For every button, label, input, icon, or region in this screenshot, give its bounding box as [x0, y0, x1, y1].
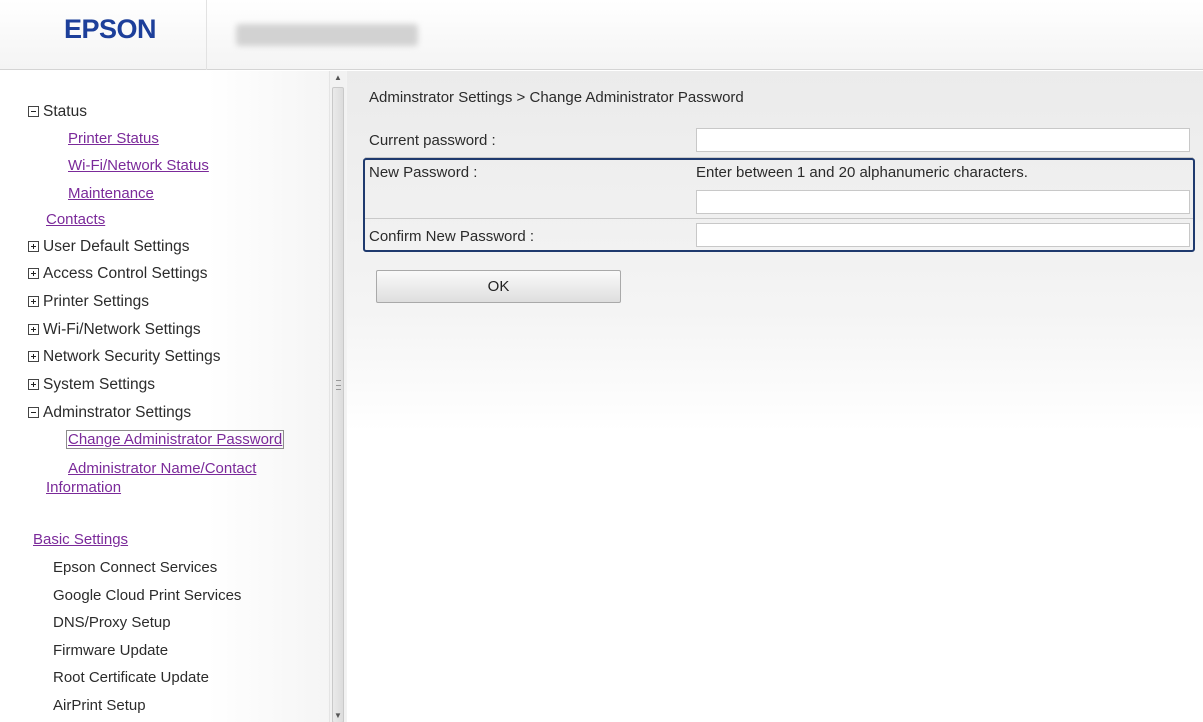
sidebar-link-contacts[interactable]: Contacts [46, 211, 105, 228]
sidebar-section-access-control-settings[interactable]: Access Control Settings [28, 265, 208, 283]
sidebar-section-printer-settings[interactable]: Printer Settings [28, 293, 149, 311]
sidebar-section-label: Access Control Settings [43, 265, 208, 282]
current-password-label: Current password : [369, 132, 496, 149]
confirm-password-label: Confirm New Password : [369, 228, 535, 245]
sidebar-section-status[interactable]: Status [28, 103, 87, 121]
sidebar-section-label: Status [43, 103, 87, 120]
sidebar-link-basic-settings[interactable]: Basic Settings [33, 531, 128, 548]
collapse-icon[interactable] [28, 407, 39, 418]
expand-icon[interactable] [28, 268, 39, 279]
sidebar-item-airprint-setup[interactable]: AirPrint Setup [53, 697, 146, 714]
sidebar-scrollbar[interactable]: ▲ ▼ [329, 71, 346, 722]
sidebar-item-firmware-update[interactable]: Firmware Update [53, 642, 168, 659]
new-password-input[interactable] [696, 190, 1190, 214]
scroll-up-arrow-icon[interactable]: ▲ [334, 73, 342, 82]
expand-icon[interactable] [28, 296, 39, 307]
scroll-down-arrow-icon[interactable]: ▼ [334, 711, 342, 720]
sidebar-section-label: Network Security Settings [43, 348, 221, 365]
sidebar-section-label: Adminstrator Settings [43, 404, 192, 421]
new-password-label: New Password : [369, 164, 478, 181]
expand-icon[interactable] [28, 241, 39, 252]
epson-logo: EPSON [64, 14, 157, 44]
grip-icon [336, 380, 341, 390]
confirm-password-input[interactable] [696, 223, 1190, 247]
row-divider [365, 218, 1193, 219]
ok-button[interactable]: OK [376, 270, 621, 303]
model-name-redacted [236, 24, 418, 46]
sidebar-link-printer-status[interactable]: Printer Status [68, 130, 159, 147]
main-content: Adminstrator Settings > Change Administr… [347, 71, 1203, 722]
sidebar-section-wifi-network-settings[interactable]: Wi-Fi/Network Settings [28, 321, 201, 339]
collapse-icon[interactable] [28, 106, 39, 117]
sidebar-section-label: Printer Settings [43, 293, 149, 310]
sidebar-link-wifi-network-status[interactable]: Wi-Fi/Network Status [68, 157, 209, 174]
sidebar-section-user-default-settings[interactable]: User Default Settings [28, 238, 189, 256]
sidebar-item-root-certificate-update[interactable]: Root Certificate Update [53, 669, 209, 686]
sidebar-link-change-administrator-password[interactable]: Change Administrator Password [66, 430, 285, 449]
header-divider [206, 0, 207, 70]
sidebar-section-label: Wi-Fi/Network Settings [43, 321, 201, 338]
sidebar-link-administrator-name-contact[interactable]: Administrator Name/Contact [68, 460, 256, 477]
sidebar: Status Printer Status Wi-Fi/Network Stat… [0, 71, 347, 722]
expand-icon[interactable] [28, 351, 39, 362]
sidebar-item-epson-connect-services[interactable]: Epson Connect Services [53, 559, 217, 576]
expand-icon[interactable] [28, 324, 39, 335]
sidebar-section-label: User Default Settings [43, 238, 190, 255]
sidebar-section-administrator-settings[interactable]: Adminstrator Settings [28, 404, 191, 422]
header: EPSON [0, 0, 1203, 70]
sidebar-section-label: System Settings [43, 376, 155, 393]
breadcrumb: Adminstrator Settings > Change Administr… [369, 89, 744, 106]
sidebar-section-system-settings[interactable]: System Settings [28, 376, 155, 394]
sidebar-link-administrator-name-contact-line2[interactable]: Information [46, 479, 121, 496]
current-password-input[interactable] [696, 128, 1190, 152]
new-password-hint: Enter between 1 and 20 alphanumeric char… [696, 164, 1028, 181]
sidebar-item-google-cloud-print-services[interactable]: Google Cloud Print Services [53, 587, 241, 604]
sidebar-section-network-security-settings[interactable]: Network Security Settings [28, 348, 220, 366]
sidebar-item-dns-proxy-setup[interactable]: DNS/Proxy Setup [53, 614, 171, 631]
sidebar-link-maintenance[interactable]: Maintenance [68, 185, 154, 202]
expand-icon[interactable] [28, 379, 39, 390]
scrollbar-thumb[interactable] [332, 87, 344, 722]
